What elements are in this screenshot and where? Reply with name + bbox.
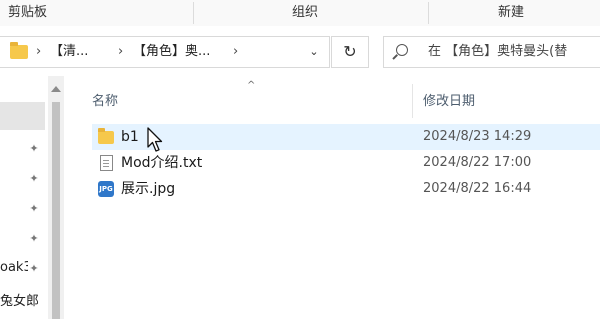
search-placeholder: 在 【角色】奥特曼头(替 [428,44,568,59]
file-row-b1[interactable]: b1 2024/8/23 14:29 [92,124,600,150]
pin-icon: ✦ [29,232,39,245]
pin-icon: ✦ [29,142,39,155]
refresh-button[interactable]: ↻ [331,36,369,68]
sort-ascending-icon: ^ [247,80,256,91]
folder-icon [10,42,28,59]
file-name: b1 [121,129,139,145]
nav-item-bunny-girl[interactable]: 兔女郎 [0,290,46,309]
file-name: 展示.jpg [121,181,176,197]
file-date: 2024/8/22 16:44 [423,181,532,196]
image-file-icon: JPG [98,181,114,197]
ribbon-group-clipboard: 剪贴板 [8,5,48,20]
ribbon-divider [428,2,429,24]
column-headers: 名称 ^ 修改日期 [64,76,600,118]
file-list: 名称 ^ 修改日期 b1 2024/8/23 14:29 Mod介绍.txt 2… [64,76,600,319]
ribbon-group-new: 新建 [498,5,525,20]
ribbon-group-organize: 组织 [292,5,319,20]
file-name: Mod介绍.txt [121,155,203,171]
file-date: 2024/8/23 14:29 [423,129,532,144]
file-date: 2024/8/22 17:00 [423,155,532,170]
search-icon [396,44,408,56]
breadcrumb-item[interactable]: 【清... [50,37,88,67]
ribbon-divider [193,2,194,24]
breadcrumb-chevron-icon[interactable]: › [118,37,123,67]
text-file-icon [100,155,113,171]
pin-icon: ✦ [29,172,39,185]
column-divider[interactable] [412,84,413,118]
file-row-jpg[interactable]: JPG 展示.jpg 2024/8/22 16:44 [92,176,600,202]
breadcrumb-chevron-icon[interactable]: › [36,37,41,67]
search-input[interactable]: 在 【角色】奥特曼头(替 [383,36,600,68]
pin-icon: ✦ [29,262,39,275]
breadcrumb-chevron-icon[interactable]: › [233,37,238,67]
column-header-name[interactable]: 名称 [92,90,118,109]
ribbon-group-labels: 剪贴板 组织 新建 [0,0,600,27]
nav-selected-item[interactable] [0,102,45,130]
file-row-mod-txt[interactable]: Mod介绍.txt 2024/8/22 17:00 [92,150,600,176]
pin-icon: ✦ [29,202,39,215]
address-bar[interactable]: › 【清... › 【角色】奥... › ⌄ [0,36,330,68]
folder-icon [98,128,114,144]
mouse-cursor-icon [147,127,163,152]
navigation-bar: › 【清... › 【角色】奥... › ⌄ ↻ 在 【角色】奥特曼头(替 [0,26,600,76]
scroll-thumb[interactable] [52,102,60,319]
scroll-up-icon[interactable] [51,86,61,92]
breadcrumb-item[interactable]: 【角色】奥... [133,37,210,67]
nav-item-oak3[interactable]: oak3 [0,260,28,275]
navigation-pane: ✦ ✦ ✦ ✦ ✦ oak3 兔女郎 [0,76,48,319]
nav-scrollbar[interactable] [48,76,64,319]
address-dropdown-icon[interactable]: ⌄ [300,37,328,67]
column-header-date[interactable]: 修改日期 [423,90,475,109]
